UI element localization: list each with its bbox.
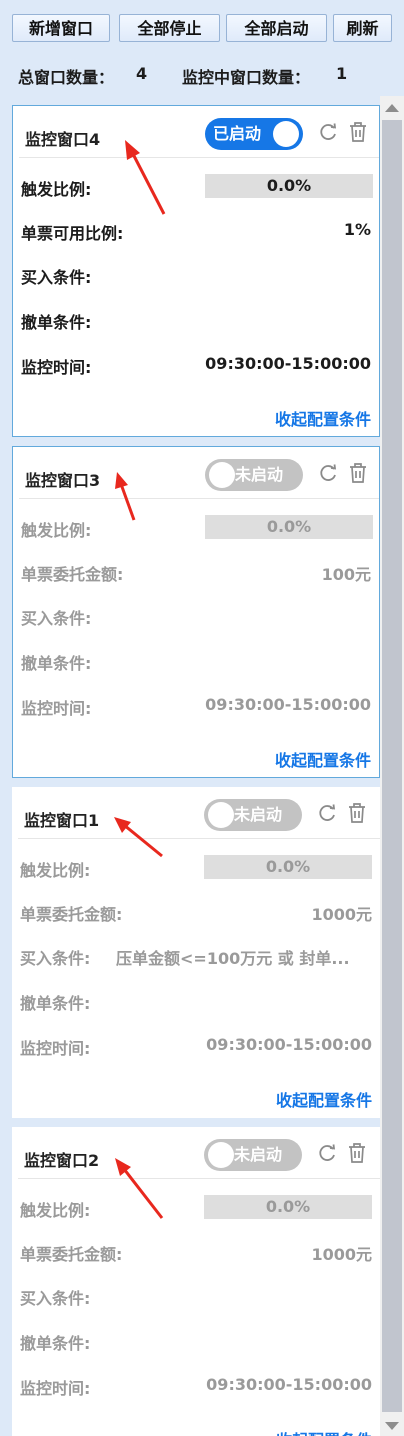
cancel-condition-label: 撤单条件: [20,994,91,1013]
trigger-ratio-label: 触发比例: [20,861,91,880]
window-list[interactable]: 监控窗口4 已启动 触发比例: 0.0% 单票可用比例: 1% 买入条件: 撤单… [0,96,404,1436]
monitor-time-label: 监控时间: [20,1379,91,1398]
card-title: 监控窗口2 [24,1151,100,1170]
card-divider [19,157,379,158]
toggle-knob [273,121,299,147]
total-windows-value: 4 [136,64,148,83]
card-divider [18,838,380,839]
cancel-condition-label: 撤单条件: [20,1334,91,1353]
monitor-window-card: 监控窗口3 未启动 触发比例: 0.0% 单票委托金额: 100元 买入条件: … [12,446,380,778]
collapse-config-link[interactable]: 收起配置条件 [276,1427,372,1436]
buy-condition-label: 买入条件: [21,268,92,287]
refresh-button[interactable]: 刷新 [333,14,392,42]
amount-label: 单票委托金额: [21,565,124,584]
amount-value: 1% [343,220,371,239]
monitor-toggle[interactable]: 未启动 [204,799,302,831]
toggle-label: 未启动 [234,805,283,824]
card-title: 监控窗口3 [25,471,101,490]
stop-all-button[interactable]: 全部停止 [119,14,220,42]
collapse-config-link[interactable]: 收起配置条件 [275,406,371,430]
card-divider [19,498,379,499]
card-divider [18,1178,380,1179]
monitoring-windows-label: 监控中窗口数量： [182,68,311,87]
trigger-ratio-label: 触发比例: [21,521,92,540]
refresh-icon[interactable] [317,120,339,144]
trash-icon[interactable] [347,120,369,144]
monitor-toggle[interactable]: 未启动 [205,459,303,491]
card-title: 监控窗口1 [24,811,100,830]
trigger-ratio-bar: 0.0% [204,1195,372,1219]
scroll-down-arrow[interactable] [385,1422,399,1430]
toggle-label: 已启动 [213,124,262,143]
monitor-toggle[interactable]: 已启动 [205,118,303,150]
amount-label: 单票委托金额: [20,905,123,924]
card-title: 监控窗口4 [25,130,101,149]
amount-value: 1000元 [311,905,372,924]
start-all-button[interactable]: 全部启动 [226,14,327,42]
monitoring-windows-value: 1 [336,64,348,83]
monitor-time-value: 09:30:00-15:00:00 [205,695,371,714]
buy-condition-label: 买入条件: [21,609,92,628]
trash-icon[interactable] [346,801,368,825]
amount-value: 1000元 [311,1245,372,1264]
add-window-button[interactable]: 新增窗口 [12,14,110,42]
monitor-window-card: 监控窗口4 已启动 触发比例: 0.0% 单票可用比例: 1% 买入条件: 撤单… [12,105,380,437]
amount-value: 100元 [321,565,371,584]
monitor-window-card: 监控窗口1 未启动 触发比例: 0.0% 单票委托金额: 1000元 买入条件:… [12,787,380,1118]
toggle-knob [208,802,234,828]
buy-condition-label: 买入条件: [20,949,91,968]
trigger-ratio-bar: 0.0% [204,855,372,879]
buy-condition-label: 买入条件: [20,1289,91,1308]
monitor-time-value: 09:30:00-15:00:00 [206,1375,372,1394]
refresh-icon[interactable] [317,461,339,485]
trash-icon[interactable] [347,461,369,485]
toggle-knob [208,1142,234,1168]
monitor-time-label: 监控时间: [21,358,92,377]
buy-condition-value: 压单金额<=100万元 或 封单... [116,949,350,968]
trigger-ratio-label: 触发比例: [21,180,92,199]
toggle-label: 未启动 [234,1145,283,1164]
monitor-window-card: 监控窗口2 未启动 触发比例: 0.0% 单票委托金额: 1000元 买入条件:… [12,1127,380,1436]
toggle-knob [209,462,235,488]
amount-label: 单票可用比例: [21,224,124,243]
trash-icon[interactable] [346,1141,368,1165]
monitor-time-label: 监控时间: [20,1039,91,1058]
collapse-config-link[interactable]: 收起配置条件 [276,1087,372,1111]
trigger-ratio-bar: 0.0% [205,515,373,539]
amount-label: 单票委托金额: [20,1245,123,1264]
toggle-label: 未启动 [235,465,284,484]
trigger-ratio-bar: 0.0% [205,174,373,198]
refresh-icon[interactable] [316,801,338,825]
collapse-config-link[interactable]: 收起配置条件 [275,747,371,771]
monitor-time-value: 09:30:00-15:00:00 [205,354,371,373]
monitor-toggle[interactable]: 未启动 [204,1139,302,1171]
scrollbar-thumb[interactable] [382,120,402,1412]
scroll-up-arrow[interactable] [385,104,399,112]
total-windows-label: 总窗口数量： [18,68,115,87]
cancel-condition-label: 撤单条件: [21,313,92,332]
vertical-scrollbar[interactable] [380,96,404,1436]
refresh-icon[interactable] [316,1141,338,1165]
trigger-ratio-label: 触发比例: [20,1201,91,1220]
cancel-condition-label: 撤单条件: [21,654,92,673]
monitor-time-value: 09:30:00-15:00:00 [206,1035,372,1054]
monitor-time-label: 监控时间: [21,699,92,718]
